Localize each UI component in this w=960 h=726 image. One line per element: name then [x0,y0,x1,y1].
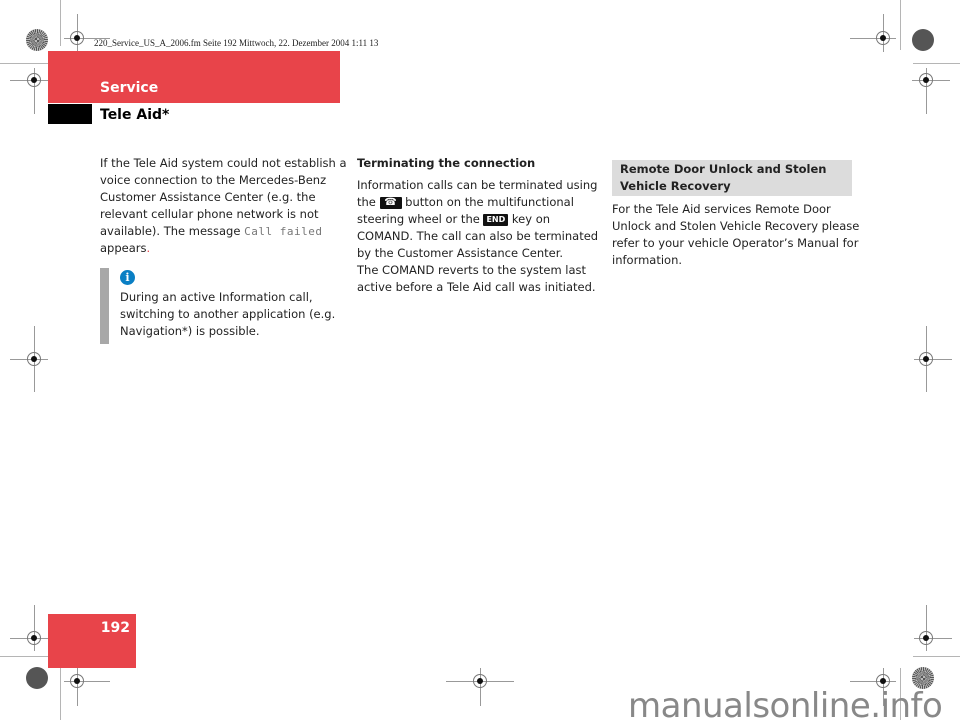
registration-mark-icon [70,31,84,45]
body-paragraph: The COMAND reverts to the system last ac… [357,263,596,294]
page-number: 192 [100,620,130,636]
registration-mark-icon [27,73,41,87]
registration-mark-icon [27,631,41,645]
subsection-title: Tele Aid* [100,107,170,123]
crop-line [60,668,61,720]
body-paragraph: Information calls can be terminated usin… [357,177,607,262]
info-note: i During an active Information call, swi… [100,268,350,344]
section-heading-box: Remote Door Unlock and Stolen Vehicle Re… [612,160,852,196]
subsection-marker [48,104,92,124]
body-paragraph: For the Tele Aid services Remote Door Un… [612,202,860,267]
color-target-icon [26,667,48,689]
column-2: Terminating the connection Information c… [357,155,607,296]
registration-mark-icon [70,674,84,688]
registration-mark-icon [919,631,933,645]
registration-mark-icon [27,352,41,366]
info-icon: i [120,270,135,285]
file-header-text: 220_Service_US_A_2006.fm Seite 192 Mittw… [94,38,379,48]
end-key-icon: END [483,213,509,226]
section-heading: Terminating the connection [357,156,536,170]
registration-mark-icon [919,73,933,87]
end-mark: . [146,241,151,255]
display-message: Call failed [244,225,323,238]
color-target-icon [912,29,934,51]
crop-line [900,0,901,50]
registration-mark-icon [473,674,487,688]
crop-line [913,63,960,64]
crop-line [0,63,48,64]
column-1: If the Tele Aid system could not establi… [100,155,350,257]
crop-line [60,0,61,46]
page-number-box: 192 [48,614,136,668]
column-3: Remote Door Unlock and Stolen Vehicle Re… [612,160,862,269]
note-text: During an active Information call, switc… [120,290,336,338]
star-target-icon [26,29,48,51]
section-header-band [48,51,340,103]
registration-mark-icon [919,352,933,366]
body-text: appears [100,241,147,255]
note-bar [100,268,109,344]
crop-line [0,656,48,657]
crop-line [913,656,960,657]
phone-hang-up-icon: ☎ [379,196,402,209]
watermark-text: manualsonline.info [628,686,943,726]
registration-mark-icon [876,31,890,45]
section-title: Service [100,80,159,96]
